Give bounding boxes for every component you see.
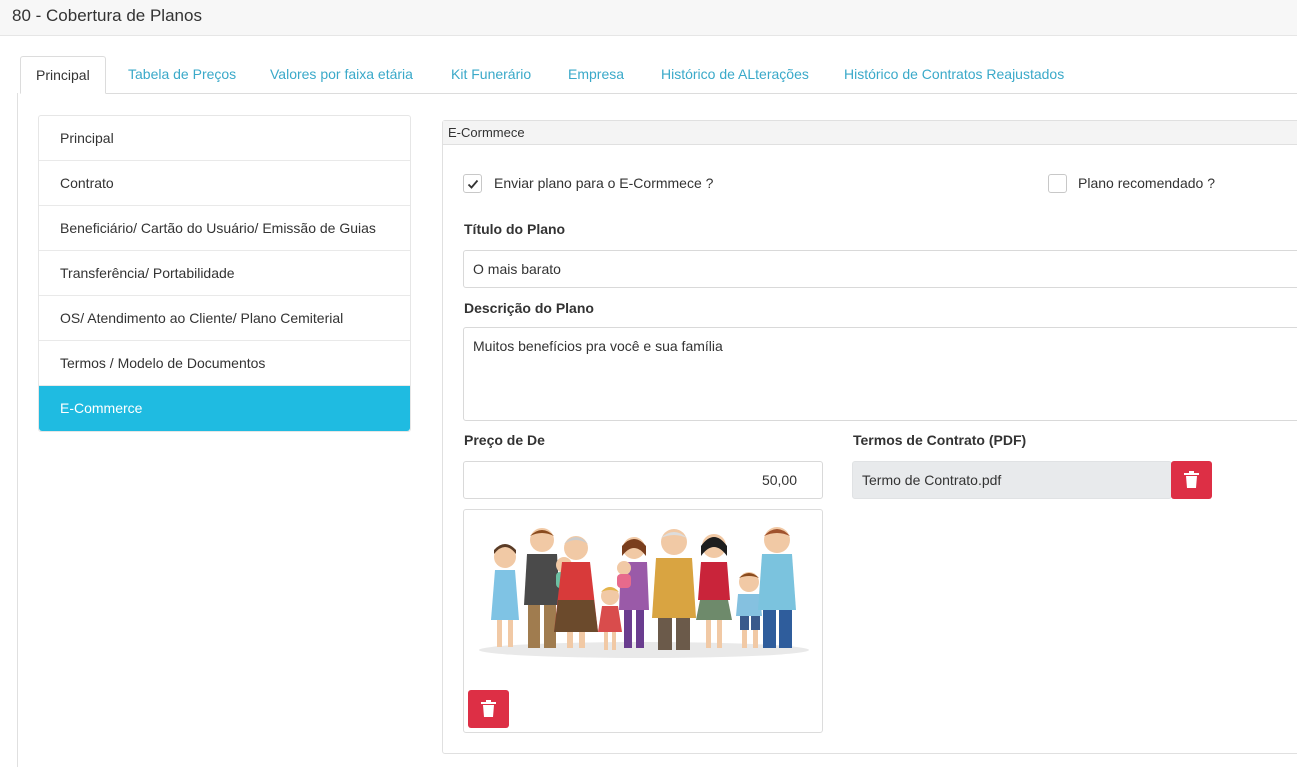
family-illustration: [479, 527, 809, 658]
tab-tabela-de-precos[interactable]: Tabela de Preços: [128, 56, 236, 94]
send-to-ecommerce-label: Enviar plano para o E-Cormmece ?: [494, 175, 714, 191]
plan-description-label: Descrição do Plano: [464, 300, 594, 316]
plan-title-label: Título do Plano: [464, 221, 566, 237]
tab-bar: Principal Tabela de Preços Valores por f…: [20, 56, 1297, 94]
delete-plan-image-button[interactable]: [468, 690, 509, 728]
trash-icon: [481, 700, 496, 717]
sidebar-item-beneficiario[interactable]: Beneficiário/ Cartão do Usuário/ Emissão…: [39, 206, 410, 251]
tab-kit-funerario[interactable]: Kit Funerário: [451, 56, 531, 94]
plan-image-box: [463, 509, 823, 733]
sidebar-item-transferencia[interactable]: Transferência/ Portabilidade: [39, 251, 410, 296]
trash-icon: [1184, 471, 1199, 488]
price-label: Preço de De: [464, 432, 545, 448]
plan-description-textarea[interactable]: Muitos benefícios pra você e sua família: [463, 327, 1297, 421]
sidebar-nav: Principal Contrato Beneficiário/ Cartão …: [38, 115, 411, 432]
tab-valores-por-faixa-etaria[interactable]: Valores por faixa etária: [270, 56, 413, 94]
recommended-plan-label: Plano recomendado ?: [1078, 175, 1215, 191]
tab-empresa[interactable]: Empresa: [568, 56, 624, 94]
window-titlebar: 80 - Cobertura de Planos: [0, 0, 1297, 36]
contract-terms-label: Termos de Contrato (PDF): [853, 432, 1027, 448]
sidebar-item-os-atendimento[interactable]: OS/ Atendimento ao Cliente/ Plano Cemite…: [39, 296, 410, 341]
window-title: 80 - Cobertura de Planos: [12, 6, 202, 25]
contract-terms-file: Termo de Contrato.pdf: [852, 461, 1172, 499]
recommended-plan-checkbox[interactable]: [1048, 174, 1067, 193]
sidebar-item-ecommerce[interactable]: E-Commerce: [39, 386, 410, 431]
send-to-ecommerce-checkbox[interactable]: [463, 174, 482, 193]
tab-historico-contratos-reajustados[interactable]: Histórico de Contratos Reajustados: [844, 56, 1064, 94]
sidebar-item-contrato[interactable]: Contrato: [39, 161, 410, 206]
check-icon: [467, 179, 479, 189]
plan-title-input[interactable]: O mais barato: [463, 250, 1297, 288]
ecommerce-box-header: E-Cormmece: [443, 121, 1297, 145]
tab-historico-alteracoes[interactable]: Histórico de ALterações: [661, 56, 809, 94]
sidebar-item-termos[interactable]: Termos / Modelo de Documentos: [39, 341, 410, 386]
sidebar-item-principal[interactable]: Principal: [39, 116, 410, 161]
delete-contract-terms-button[interactable]: [1171, 461, 1212, 499]
price-input[interactable]: 50,00: [463, 461, 823, 499]
tab-principal[interactable]: Principal: [20, 56, 106, 94]
